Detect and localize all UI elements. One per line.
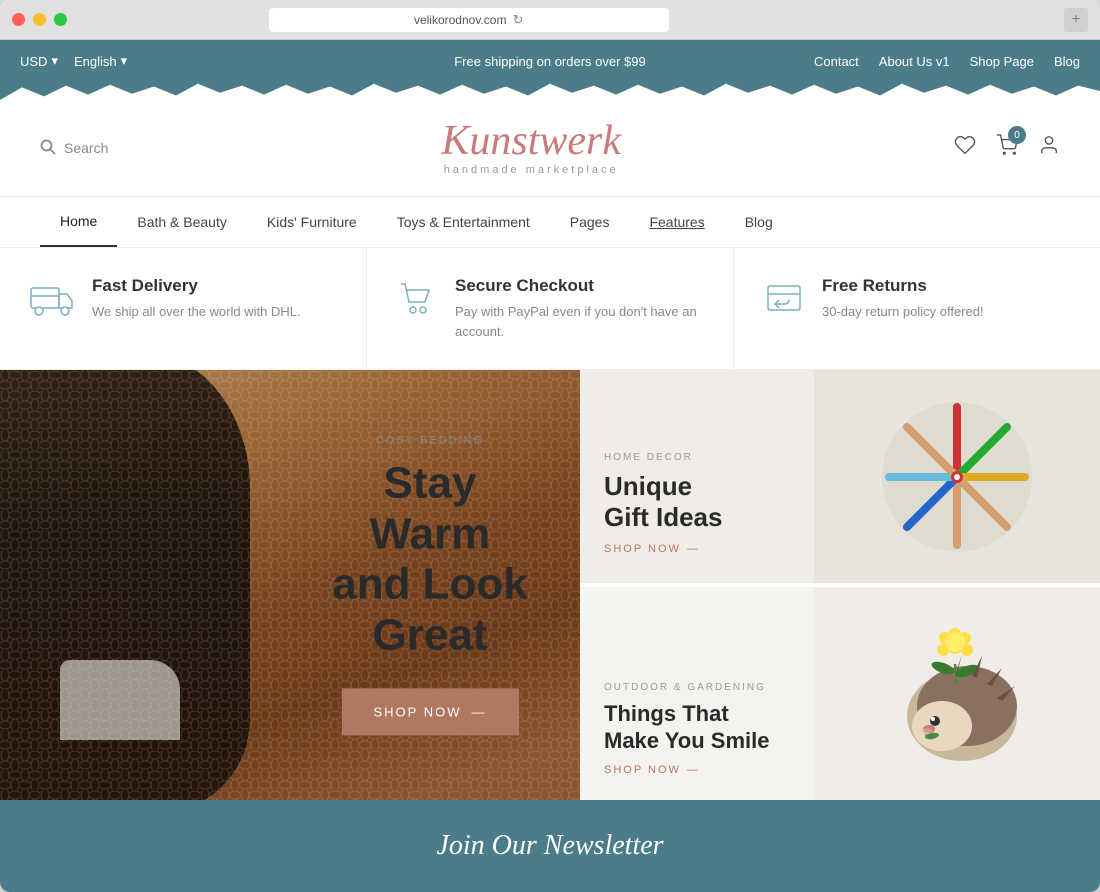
hero-main-panel: COSY BEDDING Stay Warm and Look Great SH… <box>0 370 580 800</box>
hero-right-panels: HOME DECOR Unique Gift Ideas SHOP NOW — <box>580 370 1100 800</box>
nav-features[interactable]: Features <box>629 198 724 246</box>
chevron-down-icon: ▾ <box>51 53 58 69</box>
minimize-button[interactable] <box>33 13 46 26</box>
close-button[interactable] <box>12 13 25 26</box>
new-tab-button[interactable]: + <box>1064 8 1088 32</box>
clock-image <box>814 370 1100 583</box>
feature-fast-delivery: Fast Delivery We ship all over the world… <box>0 248 367 369</box>
shop-page-link[interactable]: Shop Page <box>970 54 1034 69</box>
currency-dropdown[interactable]: USD ▾ <box>20 53 58 69</box>
logo[interactable]: Kunstwerk handmade marketplace <box>441 120 621 176</box>
logo-text: Kunstwerk <box>441 120 621 162</box>
reload-icon[interactable]: ↻ <box>512 12 523 28</box>
search-icon <box>40 139 56 158</box>
url-text: velikorodnov.com <box>414 13 506 27</box>
search-label: Search <box>64 140 108 156</box>
outdoor-shop-link[interactable]: SHOP NOW — <box>604 764 769 776</box>
shipping-notice: Free shipping on orders over $99 <box>454 54 646 69</box>
outdoor-category: OUTDOOR & GARDENING <box>604 682 769 693</box>
feature-boxes: Fast Delivery We ship all over the world… <box>0 248 1100 370</box>
outdoor-content: OUTDOOR & GARDENING Things That Make You… <box>604 682 769 776</box>
hero-shop-now-button[interactable]: SHOP NOW — <box>342 689 519 736</box>
feature-free-returns: Free Returns 30-day return policy offere… <box>734 248 1100 369</box>
header-icons: 0 <box>954 134 1060 162</box>
home-decor-category: HOME DECOR <box>604 452 722 463</box>
nav-bath-beauty[interactable]: Bath & Beauty <box>117 198 247 246</box>
secure-checkout-desc: Pay with PayPal even if you don't have a… <box>455 302 703 341</box>
feature-secure-checkout: Secure Checkout Pay with PayPal even if … <box>367 248 734 369</box>
site-header: Search Kunstwerk handmade marketplace 0 <box>0 100 1100 197</box>
chevron-down-icon: ▾ <box>121 53 128 69</box>
hero-category-label: COSY BEDDING <box>320 434 540 446</box>
home-decor-shop-link[interactable]: SHOP NOW — <box>604 543 722 555</box>
cart-secure-icon <box>397 280 437 324</box>
truck-icon <box>30 280 74 324</box>
language-dropdown[interactable]: English ▾ <box>74 53 127 69</box>
blog-link[interactable]: Blog <box>1054 54 1080 69</box>
top-bar: USD ▾ English ▾ Free shipping on orders … <box>0 40 1100 82</box>
wishlist-button[interactable] <box>954 134 976 162</box>
arrow-icon: — <box>687 764 700 776</box>
newsletter-section: Join Our Newsletter <box>0 800 1100 892</box>
contact-link[interactable]: Contact <box>814 54 859 69</box>
return-icon <box>764 280 804 324</box>
free-returns-desc: 30-day return policy offered! <box>822 302 984 322</box>
cart-button[interactable]: 0 <box>996 134 1018 162</box>
maximize-button[interactable] <box>54 13 67 26</box>
arrow-icon: — <box>472 705 487 720</box>
cart-count: 0 <box>1008 126 1026 144</box>
hero-content: COSY BEDDING Stay Warm and Look Great SH… <box>320 434 540 735</box>
outdoor-panel: OUTDOOR & GARDENING Things That Make You… <box>580 583 1100 800</box>
home-decor-content: HOME DECOR Unique Gift Ideas SHOP NOW — <box>604 452 722 555</box>
nav-kids-furniture[interactable]: Kids' Furniture <box>247 198 377 246</box>
free-returns-title: Free Returns <box>822 276 984 296</box>
torn-paper-decoration <box>0 82 1100 100</box>
newsletter-title: Join Our Newsletter <box>436 830 663 862</box>
address-bar[interactable]: velikorodnov.com ↻ <box>269 8 669 32</box>
main-navigation: Home Bath & Beauty Kids' Furniture Toys … <box>0 197 1100 248</box>
top-bar-right: Contact About Us v1 Shop Page Blog <box>814 54 1080 69</box>
fast-delivery-title: Fast Delivery <box>92 276 301 296</box>
home-decor-title: Unique Gift Ideas <box>604 471 722 533</box>
nav-home[interactable]: Home <box>40 197 117 247</box>
logo-tagline: handmade marketplace <box>441 164 621 176</box>
fast-delivery-desc: We ship all over the world with DHL. <box>92 302 301 322</box>
account-button[interactable] <box>1038 134 1060 162</box>
nav-pages[interactable]: Pages <box>550 198 630 246</box>
hedgehog-image <box>814 587 1100 800</box>
secure-checkout-title: Secure Checkout <box>455 276 703 296</box>
nav-blog[interactable]: Blog <box>725 198 793 246</box>
outdoor-title: Things That Make You Smile <box>604 701 769 754</box>
nav-toys-entertainment[interactable]: Toys & Entertainment <box>377 198 550 246</box>
arrow-icon: — <box>687 543 700 555</box>
about-link[interactable]: About Us v1 <box>879 54 950 69</box>
browser-chrome: velikorodnov.com ↻ + <box>0 0 1100 40</box>
hero-title: Stay Warm and Look Great <box>320 458 540 660</box>
search-button[interactable]: Search <box>40 139 108 158</box>
top-bar-left: USD ▾ English ▾ <box>20 53 127 69</box>
home-decor-panel: HOME DECOR Unique Gift Ideas SHOP NOW — <box>580 370 1100 583</box>
hero-section: COSY BEDDING Stay Warm and Look Great SH… <box>0 370 1100 800</box>
browser-window: velikorodnov.com ↻ + USD ▾ English ▾ Fre… <box>0 0 1100 892</box>
